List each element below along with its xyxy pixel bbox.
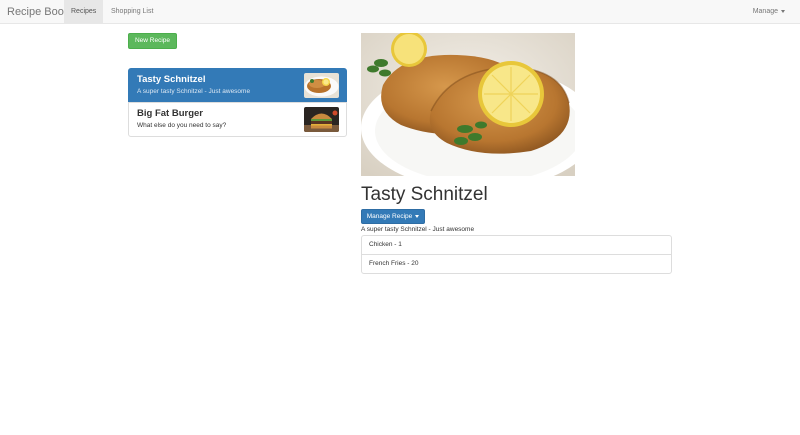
recipe-image bbox=[361, 33, 575, 176]
recipe-name: Big Fat Burger bbox=[137, 108, 203, 119]
recipe-title: Tasty Schnitzel bbox=[361, 184, 488, 205]
recipe-list: Tasty Schnitzel A super tasty Schnitzel … bbox=[128, 68, 347, 137]
nav-recipes[interactable]: Recipes bbox=[64, 0, 103, 23]
ingredient-item[interactable]: Chicken - 1 bbox=[361, 235, 672, 255]
manage-recipe-button[interactable]: Manage Recipe bbox=[361, 209, 425, 224]
recipe-item-burger[interactable]: Big Fat Burger What else do you need to … bbox=[128, 102, 347, 137]
recipe-item-schnitzel[interactable]: Tasty Schnitzel A super tasty Schnitzel … bbox=[128, 68, 347, 103]
recipe-description: What else do you need to say? bbox=[137, 122, 227, 129]
ingredient-item[interactable]: French Fries - 20 bbox=[361, 254, 672, 274]
recipe-description: A super tasty Schnitzel - Just awesome bbox=[137, 88, 251, 95]
ingredient-list: Chicken - 1 French Fries - 20 bbox=[361, 235, 672, 274]
caret-down-icon bbox=[781, 9, 785, 13]
recipe-thumbnail-schnitzel bbox=[304, 73, 339, 98]
nav-shopping-list[interactable]: Shopping List bbox=[104, 0, 160, 23]
brand-title[interactable]: Recipe Book bbox=[7, 5, 69, 19]
manage-dropdown-label: Manage bbox=[752, 8, 778, 15]
manage-recipe-label: Manage Recipe bbox=[366, 213, 413, 220]
recipe-thumbnail-burger bbox=[304, 107, 339, 132]
recipe-description: A super tasty Schnitzel - Just awesome bbox=[361, 226, 475, 233]
manage-dropdown[interactable]: Manage bbox=[746, 0, 792, 23]
navbar: Recipe Book Recipes Shopping List Manage bbox=[0, 0, 800, 24]
recipe-name: Tasty Schnitzel bbox=[137, 74, 206, 85]
new-recipe-button[interactable]: New Recipe bbox=[128, 33, 177, 49]
caret-down-icon bbox=[415, 214, 420, 218]
